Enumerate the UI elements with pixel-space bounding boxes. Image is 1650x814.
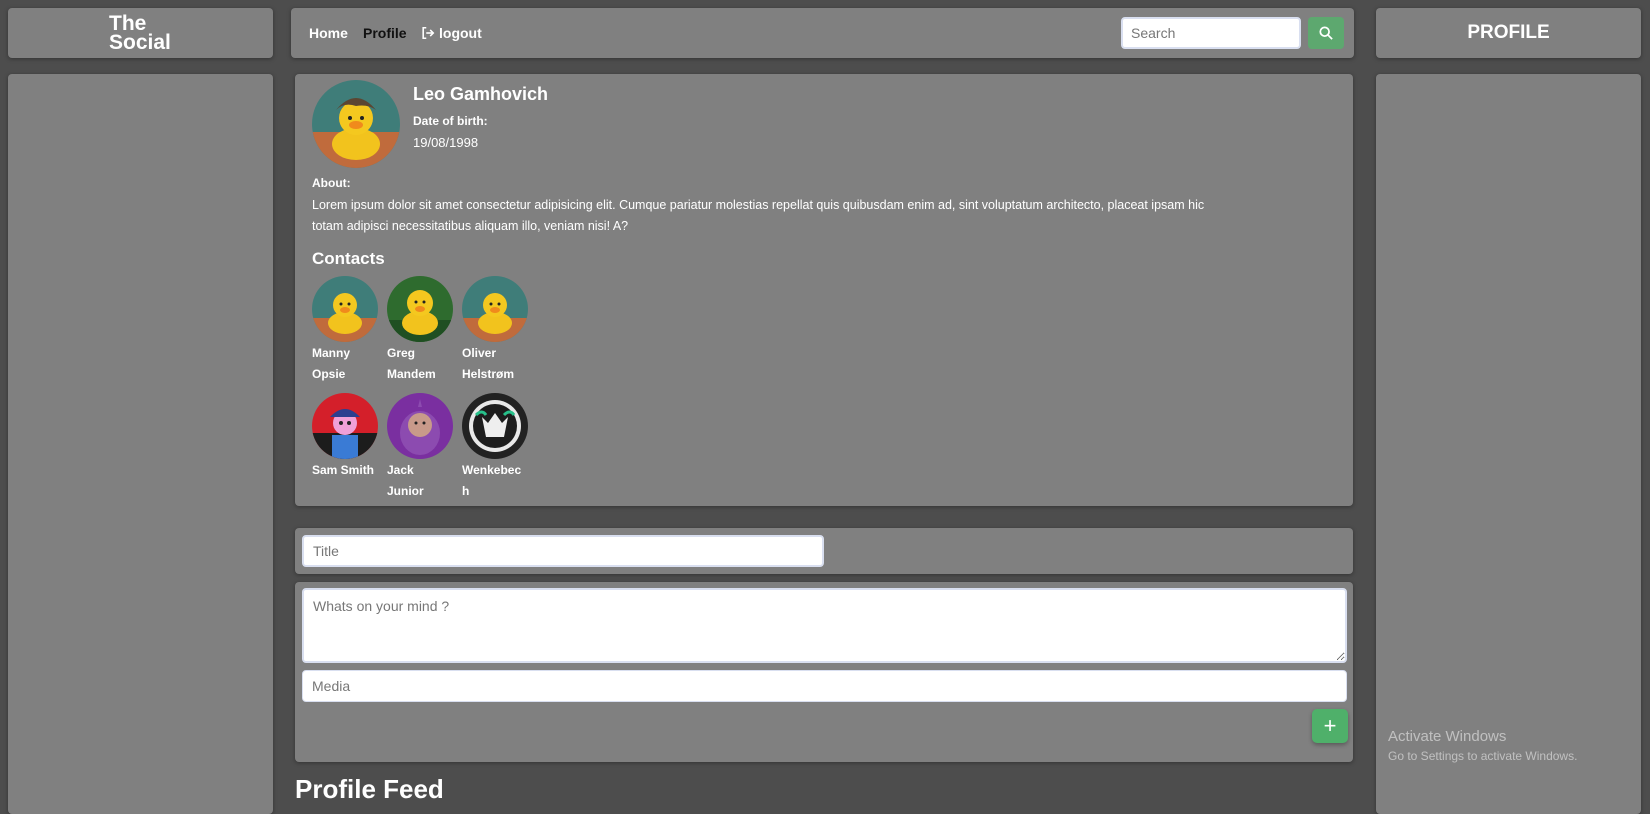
- right-title-panel: PROFILE: [1376, 8, 1641, 58]
- contact-item[interactable]: Manny Opsie: [312, 276, 382, 385]
- nav-home-link[interactable]: Home: [309, 25, 348, 41]
- contact-name: Greg Mandem: [387, 346, 436, 381]
- search-button[interactable]: [1308, 17, 1344, 49]
- nav-profile-link[interactable]: Profile: [363, 25, 407, 41]
- post-title-input[interactable]: [302, 535, 824, 567]
- contacts-heading: Contacts: [312, 249, 385, 268]
- contact-name: Manny Opsie: [312, 346, 351, 381]
- windows-watermark-title: Activate Windows: [1388, 728, 1507, 745]
- post-title-panel: [295, 528, 1353, 574]
- search-icon: [1319, 26, 1333, 40]
- contact-avatar: [312, 393, 378, 459]
- brand-line-2: Social: [109, 31, 171, 54]
- windows-watermark-subtitle: Go to Settings to activate Windows.: [1388, 749, 1578, 763]
- post-media-input[interactable]: [302, 670, 1347, 702]
- left-sidebar: [8, 74, 273, 814]
- about-text: Lorem ipsum dolor sit amet consectetur a…: [312, 198, 1205, 233]
- contact-item[interactable]: Jack Junior: [387, 393, 457, 502]
- search-input[interactable]: [1121, 17, 1301, 49]
- brand-logo[interactable]: The Social: [109, 13, 171, 54]
- logout-label: logout: [439, 25, 482, 41]
- right-panel-title: PROFILE: [1467, 22, 1550, 43]
- profile-card: Leo Gamhovich Date of birth: 19/08/1998 …: [295, 74, 1353, 506]
- contact-name: Wenkebech: [462, 463, 522, 498]
- contact-item[interactable]: Wenkebech: [462, 393, 532, 502]
- profile-avatar[interactable]: [312, 80, 400, 168]
- contact-item[interactable]: Sam Smith: [312, 393, 382, 481]
- brand-panel: The Social: [8, 8, 273, 58]
- contact-item[interactable]: Oliver Helstrøm: [462, 276, 532, 385]
- top-navbar: Home Profile logout: [291, 8, 1354, 58]
- right-sidebar: Activate Windows Go to Settings to activ…: [1376, 74, 1641, 814]
- contact-name: Jack Junior: [387, 463, 424, 498]
- contact-avatar: [387, 276, 453, 342]
- dob-label: Date of birth:: [413, 114, 488, 128]
- about-label: About:: [312, 176, 351, 190]
- contact-avatar: [462, 393, 528, 459]
- contact-name: Oliver Helstrøm: [462, 346, 515, 381]
- profile-name: Leo Gamhovich: [413, 84, 549, 104]
- contact-item[interactable]: Greg Mandem: [387, 276, 457, 385]
- profile-feed-heading: Profile Feed: [295, 774, 444, 804]
- contact-name: Sam Smith: [312, 463, 375, 477]
- logout-icon: [422, 26, 435, 40]
- post-body-textarea[interactable]: [302, 588, 1347, 663]
- contact-avatar: [312, 276, 378, 342]
- add-post-button[interactable]: +: [1312, 709, 1348, 743]
- contact-avatar: [387, 393, 453, 459]
- post-form-panel: +: [295, 582, 1353, 762]
- contact-avatar: [462, 276, 528, 342]
- nav-logout-link[interactable]: logout: [421, 25, 482, 41]
- dob-value: 19/08/1998: [413, 135, 479, 150]
